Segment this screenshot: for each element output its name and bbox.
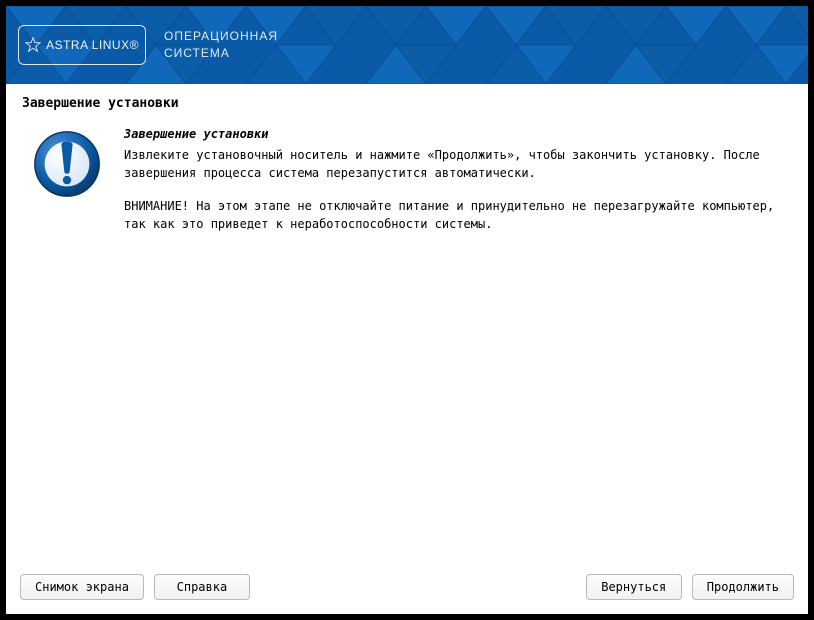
help-button[interactable]: Справка — [154, 574, 250, 600]
logo-badge: ASTRA LINUX® — [18, 25, 146, 65]
back-button[interactable]: Вернуться — [586, 574, 682, 600]
info-icon — [32, 129, 102, 199]
continue-button[interactable]: Продолжить — [692, 574, 794, 600]
brand-subtitle: ОПЕРАЦИОННАЯ СИСТЕМА — [164, 28, 278, 62]
message-paragraph-1: Извлеките установочный носитель и нажмит… — [124, 146, 792, 183]
brand-subtitle-line2: СИСТЕМА — [164, 45, 278, 62]
footer-buttons: Снимок экрана Справка Вернуться Продолжи… — [6, 564, 808, 614]
body-row: Завершение установки Извлеките установоч… — [22, 125, 792, 248]
content-area: Завершение установки — [6, 84, 808, 564]
logo-container: ASTRA LINUX® ОПЕРАЦИОННАЯ СИСТЕМА — [18, 25, 278, 65]
page-title: Завершение установки — [22, 96, 792, 111]
message-text: Завершение установки Извлеките установоч… — [124, 125, 792, 248]
logo-text: ASTRA LINUX® — [46, 38, 139, 52]
message-paragraph-2: ВНИМАНИЕ! На этом этапе не отключайте пи… — [124, 197, 792, 234]
screenshot-button[interactable]: Снимок экрана — [20, 574, 144, 600]
message-subheading: Завершение установки — [124, 125, 792, 144]
star-icon — [25, 37, 41, 53]
brand-subtitle-line1: ОПЕРАЦИОННАЯ — [164, 28, 278, 45]
header-banner: ASTRA LINUX® ОПЕРАЦИОННАЯ СИСТЕМА — [6, 6, 808, 84]
installer-window: ASTRA LINUX® ОПЕРАЦИОННАЯ СИСТЕМА Заверш… — [6, 6, 808, 614]
footer-spacer — [260, 574, 576, 600]
